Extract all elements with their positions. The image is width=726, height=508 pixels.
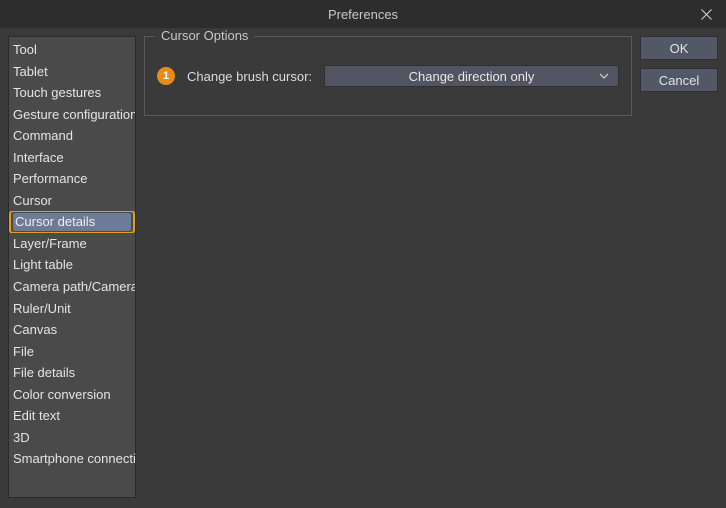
change-brush-cursor-label: Change brush cursor: — [187, 69, 312, 84]
sidebar-item-gesture-configuration[interactable]: Gesture configuration — [9, 104, 135, 126]
sidebar-item-layer-frame[interactable]: Layer/Frame — [9, 233, 135, 255]
sidebar-item-label: Command — [13, 128, 73, 143]
cursor-options-group: Cursor Options 1 Change brush cursor: Ch… — [144, 36, 632, 116]
dialog-button-column: OK Cancel — [640, 36, 718, 116]
cancel-button[interactable]: Cancel — [640, 68, 718, 92]
sidebar-item-label: Color conversion — [13, 387, 111, 402]
sidebar-item-label: Performance — [13, 171, 87, 186]
ok-button[interactable]: OK — [640, 36, 718, 60]
sidebar-item-label: Cursor — [13, 193, 52, 208]
close-button[interactable] — [686, 0, 726, 28]
callout-badge-1: 1 — [157, 67, 175, 85]
sidebar-item-label: Light table — [13, 257, 73, 272]
sidebar-item-3d[interactable]: 3D — [9, 427, 135, 449]
sidebar-item-interface[interactable]: Interface — [9, 147, 135, 169]
sidebar-item-cursor-details[interactable]: Cursor details — [9, 211, 135, 233]
sidebar-item-label: Tablet — [13, 64, 48, 79]
sidebar-item-touch-gestures[interactable]: Touch gestures — [9, 82, 135, 104]
sidebar-item-performance[interactable]: Performance — [9, 168, 135, 190]
window-title: Preferences — [0, 7, 726, 22]
sidebar-item-file[interactable]: File — [9, 341, 135, 363]
sidebar-item-tablet[interactable]: Tablet — [9, 61, 135, 83]
sidebar-item-label: File details — [13, 365, 75, 380]
sidebar-item-light-table[interactable]: Light table — [9, 254, 135, 276]
group-legend: Cursor Options — [155, 28, 254, 43]
sidebar-item-tool[interactable]: Tool — [9, 39, 135, 61]
sidebar-item-edit-text[interactable]: Edit text — [9, 405, 135, 427]
sidebar-item-ruler-unit[interactable]: Ruler/Unit — [9, 298, 135, 320]
sidebar-item-file-details[interactable]: File details — [9, 362, 135, 384]
main-panel: Cursor Options 1 Change brush cursor: Ch… — [144, 36, 718, 116]
sidebar-item-smartphone-connection[interactable]: Smartphone connection — [9, 448, 135, 470]
category-sidebar: Tool Tablet Touch gestures Gesture configur… — [8, 36, 136, 498]
change-brush-cursor-dropdown[interactable]: Change direction only — [324, 65, 619, 87]
change-brush-cursor-row: 1 Change brush cursor: Change direction … — [157, 65, 619, 87]
sidebar-item-label: Tool — [13, 42, 37, 57]
dropdown-value: Change direction only — [409, 69, 535, 84]
sidebar-item-label: 3D — [13, 430, 30, 445]
sidebar-item-label: Edit text — [13, 408, 60, 423]
sidebar-item-label: Touch gestures — [13, 85, 101, 100]
sidebar-item-label: Ruler/Unit — [13, 301, 71, 316]
sidebar-item-cursor[interactable]: Cursor — [9, 190, 135, 212]
sidebar-item-label: Canvas — [13, 322, 57, 337]
sidebar-item-label: File — [13, 344, 34, 359]
close-icon — [701, 9, 712, 20]
chevron-down-icon — [598, 70, 610, 82]
sidebar-item-command[interactable]: Command — [9, 125, 135, 147]
sidebar-item-canvas[interactable]: Canvas — [9, 319, 135, 341]
titlebar: Preferences — [0, 0, 726, 28]
sidebar-item-label: Layer/Frame — [13, 236, 87, 251]
dialog-body: Tool Tablet Touch gestures Gesture configur… — [0, 28, 726, 508]
sidebar-item-label: Cursor details — [13, 213, 131, 231]
preferences-window: Preferences Tool Tablet Touch gestures Gest… — [0, 0, 726, 508]
sidebar-item-camera-path-camera[interactable]: Camera path/Camera — [9, 276, 135, 298]
sidebar-item-label: Gesture configuration — [13, 107, 135, 122]
sidebar-item-label: Camera path/Camera — [13, 279, 135, 294]
sidebar-item-label: Smartphone connection — [13, 451, 135, 466]
sidebar-item-label: Interface — [13, 150, 64, 165]
sidebar-item-color-conversion[interactable]: Color conversion — [9, 384, 135, 406]
